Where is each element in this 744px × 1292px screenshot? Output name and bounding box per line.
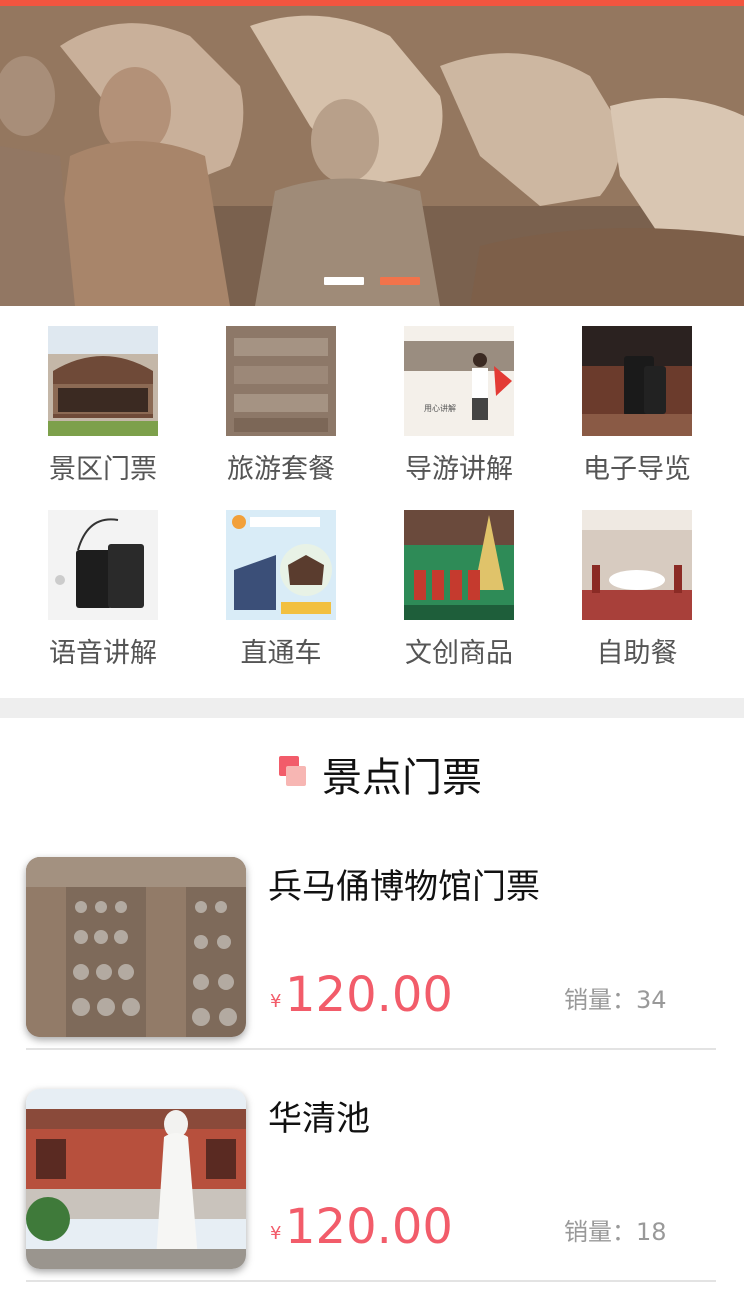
product-card[interactable]: 华清池 ¥ 120.00 销量：18 xyxy=(26,1089,716,1282)
category-buffet[interactable]: 自助餐 xyxy=(548,510,726,674)
category-image xyxy=(48,326,158,436)
category-travel-packages[interactable]: 旅游套餐 xyxy=(192,326,370,490)
category-label: 自助餐 xyxy=(596,638,678,669)
category-label: 电子导览 xyxy=(583,454,691,485)
svg-text:用心讲解: 用心讲解 xyxy=(424,403,456,413)
category-label: 语音讲解 xyxy=(49,638,157,669)
category-label: 导游讲解 xyxy=(405,454,513,485)
price-currency: ¥ xyxy=(270,1223,282,1244)
product-card[interactable]: 兵马俑博物馆门票 ¥ 120.00 销量：34 xyxy=(26,857,716,1050)
product-name: 华清池 xyxy=(268,1099,370,1139)
category-grid: 景区门票 旅游套餐 用心讲解 导游讲解 电子导览 语音讲解 直通车 文创商品 自… xyxy=(0,306,744,698)
category-image xyxy=(48,510,158,620)
product-image xyxy=(26,1089,246,1269)
carousel-indicators xyxy=(324,277,420,285)
category-guide-service[interactable]: 用心讲解 导游讲解 xyxy=(370,326,548,490)
section-separator xyxy=(0,698,744,718)
category-image xyxy=(404,510,514,620)
category-label: 直通车 xyxy=(240,638,322,669)
product-price: 120.00 xyxy=(285,967,453,1023)
product-price: 120.00 xyxy=(285,1199,453,1255)
product-image xyxy=(26,857,246,1037)
product-name: 兵马俑博物馆门票 xyxy=(268,867,540,907)
category-image xyxy=(582,510,692,620)
product-sales: 销量：18 xyxy=(564,1218,667,1246)
category-image xyxy=(226,510,336,620)
product-sales: 销量：34 xyxy=(564,986,667,1014)
carousel-dot[interactable] xyxy=(324,277,364,285)
category-label: 旅游套餐 xyxy=(227,454,335,485)
category-label: 文创商品 xyxy=(405,638,513,669)
category-e-guide[interactable]: 电子导览 xyxy=(548,326,726,490)
category-souvenirs[interactable]: 文创商品 xyxy=(370,510,548,674)
category-image xyxy=(226,326,336,436)
carousel-dot-active[interactable] xyxy=(380,277,420,285)
category-scenic-tickets[interactable]: 景区门票 xyxy=(14,326,192,490)
category-image xyxy=(582,326,692,436)
category-audio-guide[interactable]: 语音讲解 xyxy=(14,510,192,674)
section-title-icon-shadow xyxy=(286,766,306,786)
banner-carousel[interactable] xyxy=(0,6,744,306)
price-currency: ¥ xyxy=(270,991,282,1012)
category-image: 用心讲解 xyxy=(404,326,514,436)
category-label: 景区门票 xyxy=(49,454,157,485)
banner-image xyxy=(0,6,744,306)
section-title: 景点门票 xyxy=(322,755,482,801)
category-shuttle-bus[interactable]: 直通车 xyxy=(192,510,370,674)
